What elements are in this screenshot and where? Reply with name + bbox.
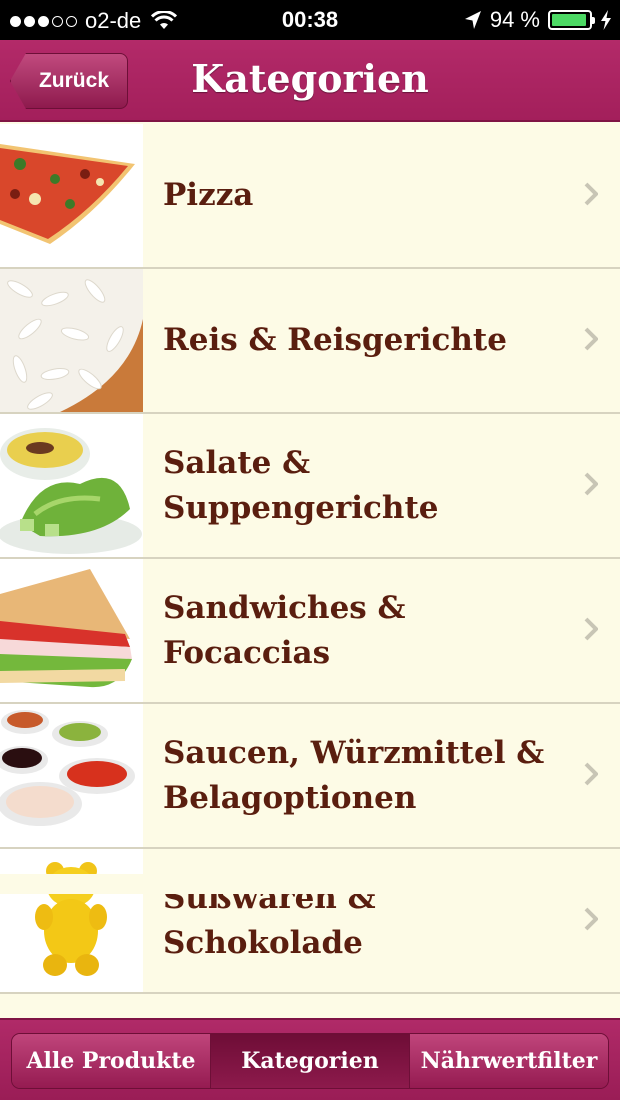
partial-list-item [0,874,620,894]
category-list: Pizza Reis & Reisgerichte Salate & Suppe… [0,124,620,994]
chevron-right-icon [584,907,598,931]
tab-naehrwertfilter[interactable]: Nährwertfilter [410,1034,608,1088]
tab-kategorien[interactable]: Kategorien [211,1034,410,1088]
category-row-sweets[interactable]: Süßwaren & Schokolade [0,849,620,994]
location-arrow-icon [464,11,481,29]
tab-alle-produkte[interactable]: Alle Produkte [12,1034,211,1088]
sandwich-image [0,559,143,702]
category-label: Sandwiches & Focaccias [163,589,406,671]
status-bar: o2-de 00:38 94 % [0,0,620,40]
rice-image [0,269,143,412]
category-row-sandwiches[interactable]: Sandwiches & Focaccias [0,559,620,704]
category-row-salads-soups[interactable]: Salate & Suppengerichte [0,414,620,559]
battery-percentage: 94 % [489,7,540,32]
page-title: Kategorien [191,56,429,101]
navigation-bar: Zurück Kategorien [0,40,620,122]
chevron-right-icon [584,472,598,496]
tab-bar: Alle Produkte Kategorien Nährwertfilter [0,1018,620,1100]
category-label: Süßwaren & Schokolade [163,879,376,961]
category-row-sauces[interactable]: Saucen, Würzmittel & Belagoptionen [0,704,620,849]
chevron-right-icon [584,182,598,206]
sauces-image [0,704,143,847]
category-label: Reis & Reisgerichte [163,322,507,358]
battery-icon [548,10,595,30]
charging-bolt-icon [601,10,611,30]
pizza-image [0,124,143,267]
category-label: Salate & Suppengerichte [163,444,439,526]
category-row-pizza[interactable]: Pizza [0,124,620,269]
category-row-rice[interactable]: Reis & Reisgerichte [0,269,620,414]
category-label: Saucen, Würzmittel & Belagoptionen [163,734,545,816]
segmented-control: Alle Produkte Kategorien Nährwertfilter [11,1033,609,1089]
salad-soup-image [0,414,143,557]
chevron-right-icon [584,762,598,786]
chevron-right-icon [584,327,598,351]
chevron-right-icon [584,617,598,641]
gummy-bear-image [0,849,143,992]
category-label: Pizza [163,177,254,213]
